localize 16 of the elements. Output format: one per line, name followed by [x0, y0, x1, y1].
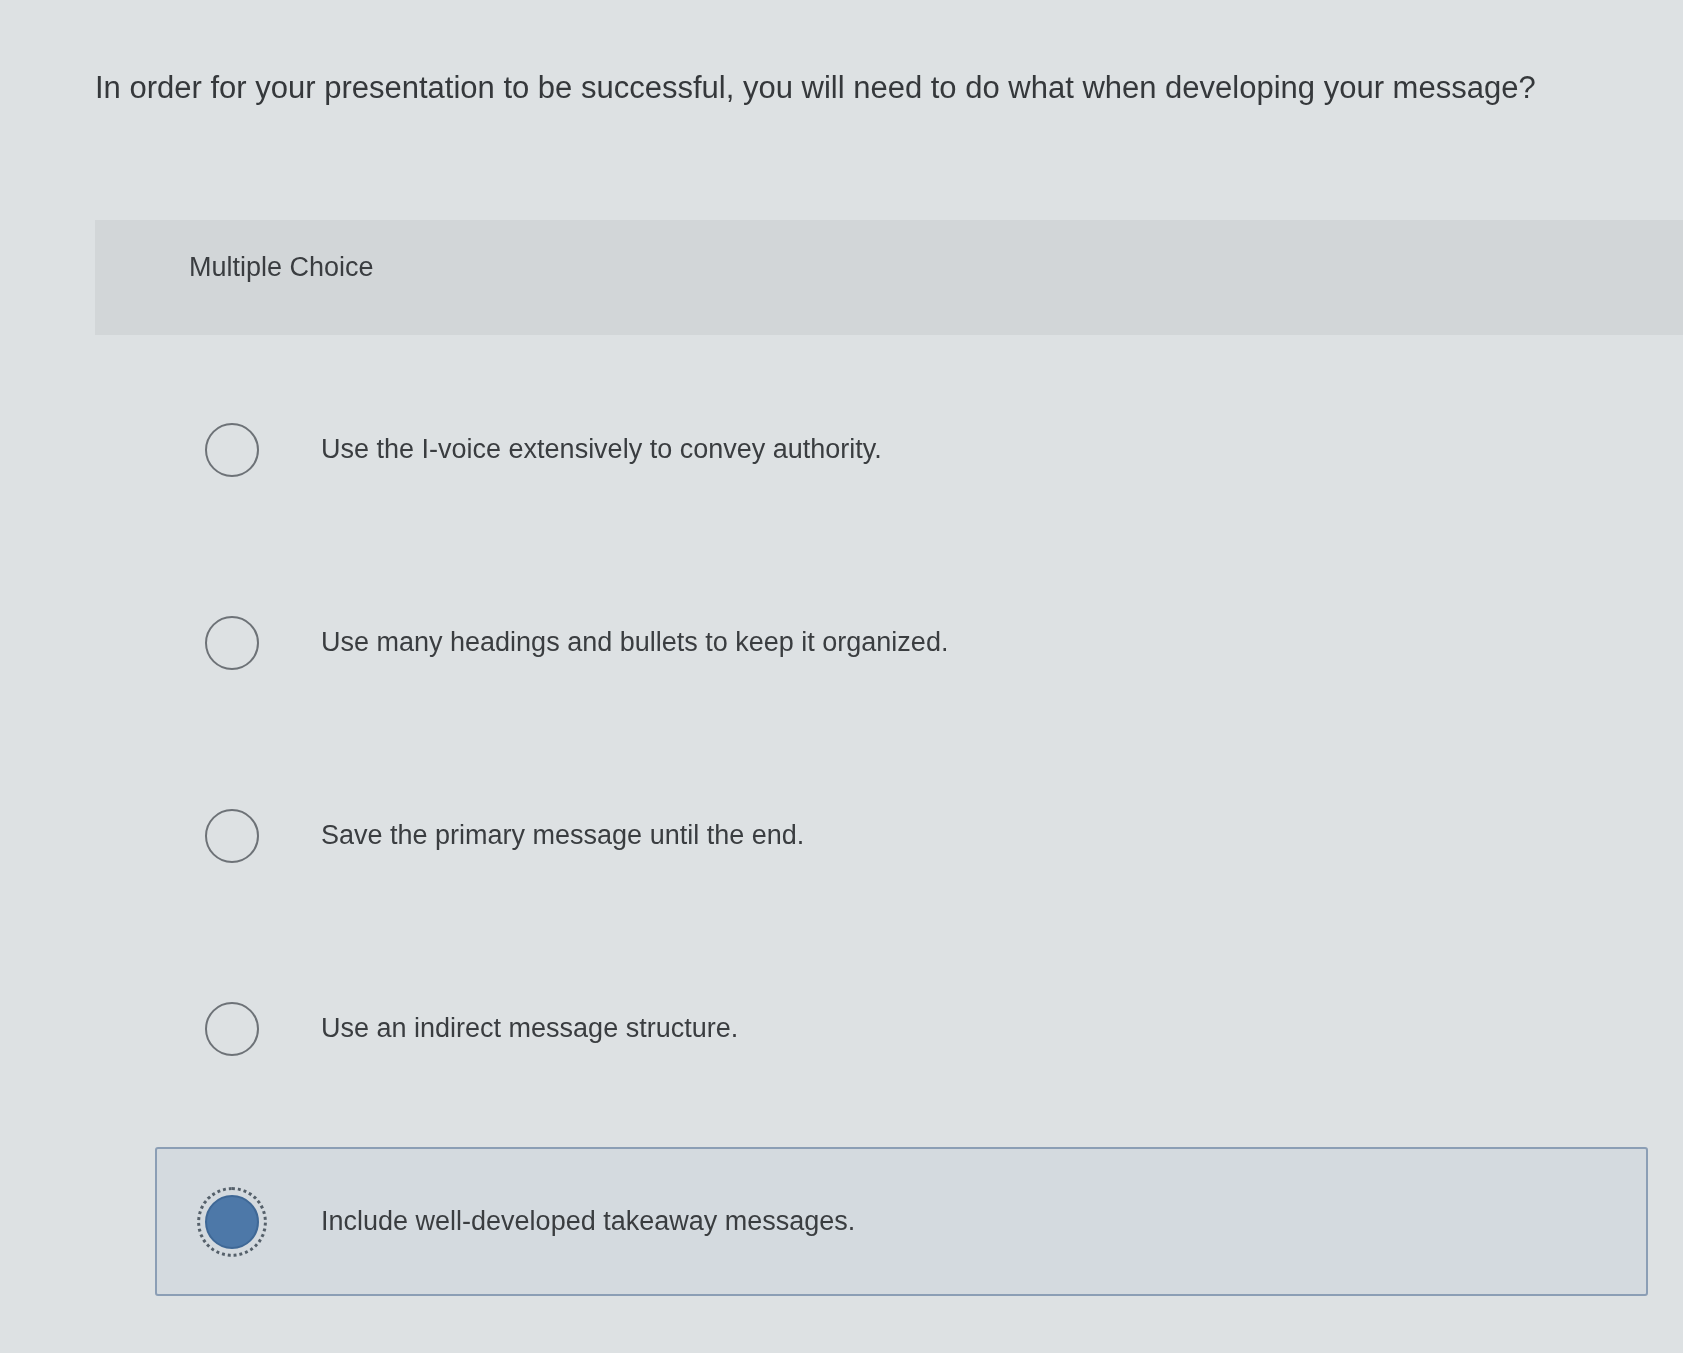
question-text: In order for your presentation to be successful, you will need to do what when developing your message? — [95, 70, 1537, 107]
answer-option[interactable]: Save the primary message until the end. — [155, 761, 1648, 910]
option-text: Use the I-voice extensively to convey authority. — [321, 434, 882, 465]
answer-option[interactable]: Include well-developed takeaway messages. — [155, 1147, 1648, 1296]
radio-button[interactable] — [205, 615, 259, 670]
radio-button[interactable] — [205, 808, 259, 863]
answer-option[interactable]: Use an indirect message structure. — [155, 954, 1648, 1103]
option-text: Include well-developed takeaway messages. — [321, 1206, 856, 1237]
option-text: Save the primary message until the end. — [321, 820, 805, 851]
answer-option[interactable]: Use many headings and bullets to keep it organized. — [155, 568, 1648, 717]
answer-option[interactable]: Use the I-voice extensively to convey authority. — [155, 375, 1648, 524]
option-text: Use many headings and bullets to keep it organized. — [321, 627, 949, 658]
radio-button[interactable] — [205, 1001, 259, 1056]
question-type-header: Multiple Choice — [95, 220, 1683, 335]
option-text: Use an indirect message structure. — [321, 1013, 739, 1044]
radio-button[interactable] — [205, 422, 259, 477]
